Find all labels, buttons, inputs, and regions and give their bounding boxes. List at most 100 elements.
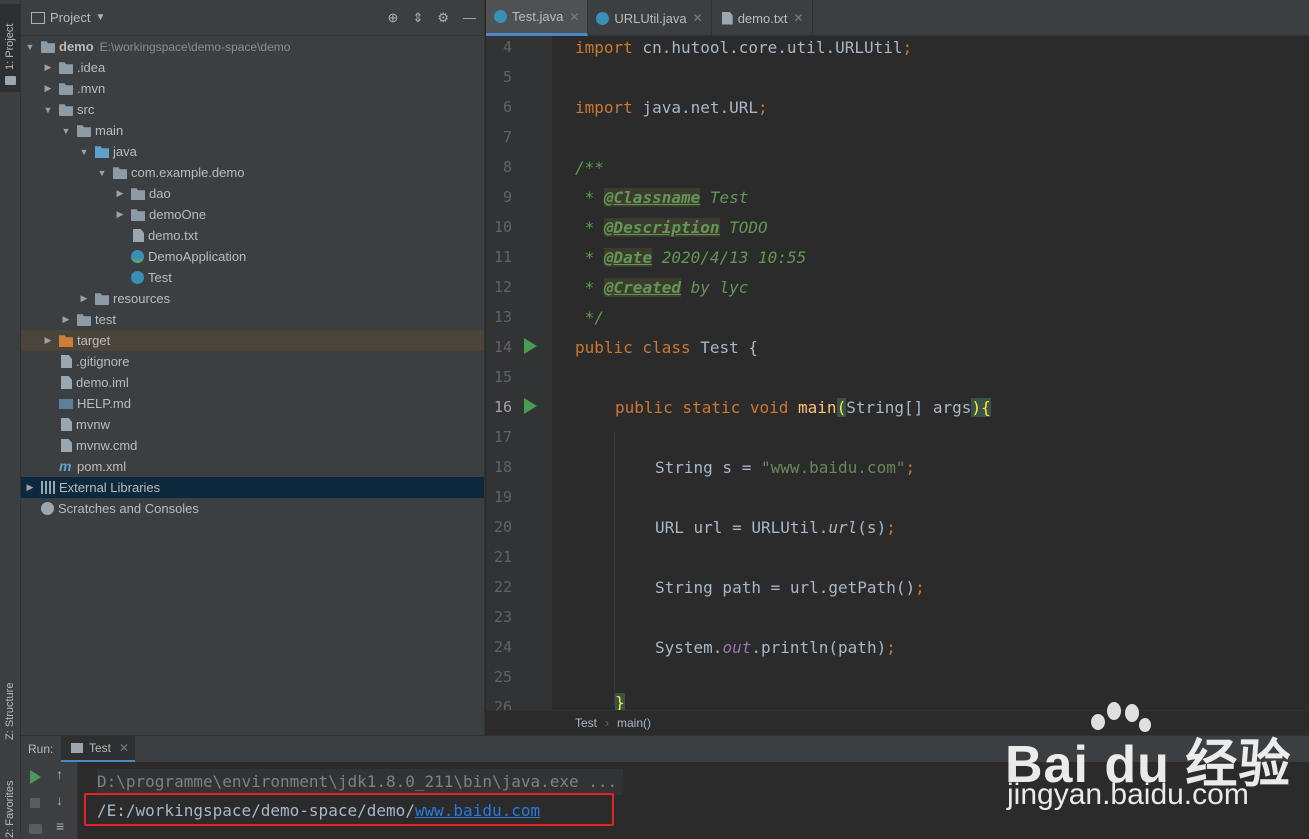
line-number: 10 (493, 218, 512, 236)
tree-item[interactable]: ▼ com.example.demo (21, 162, 484, 183)
close-icon[interactable]: ✕ (693, 11, 703, 25)
chevron-down-icon[interactable]: ▼ (95, 12, 105, 23)
run-tab-test[interactable]: Test ✕ (61, 736, 136, 762)
chevron-right-icon[interactable]: ▶ (43, 62, 53, 73)
tree-item[interactable]: ▼ java (21, 141, 484, 162)
markdown-file-icon (59, 398, 73, 409)
tree-item-label: External Libraries (59, 480, 161, 495)
tree-item[interactable]: ▶mvnw.cmd (21, 435, 484, 456)
gear-icon[interactable]: ⚙ (437, 10, 449, 26)
line-number: 9 (502, 188, 512, 206)
console-output[interactable]: D:\programme\environment\jdk1.8.0_211\bi… (81, 762, 1309, 839)
tree-item[interactable]: ▶ target (21, 330, 484, 351)
close-icon[interactable]: ✕ (119, 741, 129, 755)
code-line-8: /** (575, 158, 604, 177)
tree-item[interactable]: ▼ demo E:\workingspace\demo-space\demo (21, 36, 484, 57)
close-icon[interactable]: ✕ (794, 11, 804, 25)
tree-item[interactable]: ▶ demoOne (21, 204, 484, 225)
editor-gutter: 4 5 6 7 8 9 10 11 12 13 14 15 16 17 18 19 20 21 22 23 24 25 26 (486, 36, 552, 710)
code-line-12: * @Created by lyc (575, 278, 749, 297)
code-line-4: import cn.hutool.core.util.URLUtil; (575, 38, 913, 57)
project-view-selector[interactable]: Project (50, 10, 90, 25)
line-number: 21 (493, 548, 512, 566)
spring-class-icon (131, 250, 144, 263)
tree-item[interactable]: ▶ test (21, 309, 484, 330)
tree-item-label: .mvn (77, 81, 106, 96)
tree-item[interactable]: ▶HELP.md (21, 393, 484, 414)
chevron-right-icon[interactable]: ▶ (61, 314, 71, 325)
tree-item[interactable]: ▶ .mvn (21, 78, 484, 99)
code-line-18: String s = "www.baidu.com"; (655, 458, 916, 477)
indent-guide (614, 431, 615, 706)
tree-item[interactable]: ▶DemoApplication (21, 246, 484, 267)
project-tool-tab[interactable]: 1: Project (0, 4, 21, 92)
stop-icon[interactable] (30, 798, 40, 808)
chevron-down-icon[interactable]: ▼ (97, 168, 107, 178)
tool-window-strip: 1: Project Z: Structure 2: Favorites (0, 0, 21, 839)
folder-icon (77, 314, 91, 326)
project-tree: ▼ demo E:\workingspace\demo-space\demo ▶ .id… (21, 36, 484, 519)
chevron-down-icon[interactable]: ▼ (43, 105, 53, 115)
code-line-26: } (615, 693, 625, 710)
source-folder-icon (95, 146, 109, 158)
tree-item-label: demo.txt (148, 228, 198, 243)
collapse-all-icon[interactable]: ⇕ (412, 10, 423, 26)
project-tool-tab-label: 1: Project (4, 23, 16, 70)
code-line-16: public static void main(String[] args){ (615, 398, 991, 417)
tree-item[interactable]: ▶mpom.xml (21, 456, 484, 477)
chevron-right-icon[interactable]: ▶ (79, 293, 89, 304)
console-command-line: D:\programme\environment\jdk1.8.0_211\bi… (97, 769, 624, 795)
run-label: Run: (28, 742, 54, 756)
run-main-icon[interactable] (524, 398, 537, 414)
editor-tab[interactable]: URLUtil.java ✕ (588, 0, 712, 36)
line-number: 18 (493, 458, 512, 476)
tree-item[interactable]: ▶Scratches and Consoles (21, 498, 484, 519)
chevron-down-icon[interactable]: ▼ (61, 126, 71, 136)
locate-icon[interactable]: ⊕ (388, 10, 399, 26)
chevron-right-icon[interactable]: ▶ (115, 209, 125, 220)
code-line-22: String path = url.getPath(); (655, 578, 925, 597)
structure-tool-tab-label: Z: Structure (4, 682, 16, 740)
tree-item[interactable]: ▶Test (21, 267, 484, 288)
tree-item[interactable]: ▶mvnw (21, 414, 484, 435)
tree-item-label: com.example.demo (131, 165, 245, 180)
tree-item[interactable]: ▶ resources (21, 288, 484, 309)
soft-wrap-icon[interactable]: ≡ (56, 818, 64, 834)
chevron-right-icon[interactable]: ▶ (115, 188, 125, 199)
tree-item[interactable]: ▶.gitignore (21, 351, 484, 372)
class-icon (494, 10, 507, 23)
rerun-icon[interactable] (30, 770, 41, 784)
run-class-icon[interactable] (524, 338, 537, 354)
breadcrumb-method[interactable]: main() (617, 716, 651, 730)
tree-item[interactable]: ▶ External Libraries (21, 477, 484, 498)
project-view-icon (31, 11, 45, 24)
code-line-9: * @Classname Test (575, 188, 749, 207)
close-icon[interactable]: ✕ (569, 10, 579, 24)
editor-tab[interactable]: Test.java ✕ (486, 0, 589, 36)
console-icon (71, 743, 83, 753)
tree-item[interactable]: ▶demo.txt (21, 225, 484, 246)
chevron-right-icon[interactable]: ▶ (43, 83, 53, 94)
breadcrumb-class[interactable]: Test (575, 716, 597, 730)
tree-item[interactable]: ▼ main (21, 120, 484, 141)
editor-tab-label: demo.txt (737, 10, 788, 26)
arrow-up-icon[interactable]: ↑ (56, 766, 63, 782)
tree-item[interactable]: ▼ src (21, 99, 484, 120)
tree-item[interactable]: ▶ dao (21, 183, 484, 204)
text-file-icon (721, 11, 733, 25)
code-line-20: URL url = URLUtil.url(s); (655, 518, 896, 537)
arrow-down-icon[interactable]: ↓ (56, 792, 63, 808)
tree-item[interactable]: ▶ .idea (21, 57, 484, 78)
code-line-24: System.out.println(path); (655, 638, 896, 657)
tree-item[interactable]: ▶demo.iml (21, 372, 484, 393)
code-editor[interactable]: import cn.hutool.core.util.URLUtil; impo… (552, 36, 1309, 710)
chevron-down-icon[interactable]: ▼ (79, 147, 89, 157)
hide-icon[interactable]: — (463, 10, 476, 26)
tree-item-label: mvnw.cmd (76, 438, 138, 453)
editor-tab[interactable]: demo.txt ✕ (712, 0, 813, 36)
chevron-right-icon: › (605, 716, 610, 730)
chevron-right-icon[interactable]: ▶ (25, 482, 35, 493)
chevron-down-icon[interactable]: ▼ (25, 42, 35, 52)
camera-icon[interactable] (29, 824, 42, 834)
chevron-right-icon[interactable]: ▶ (43, 335, 53, 346)
